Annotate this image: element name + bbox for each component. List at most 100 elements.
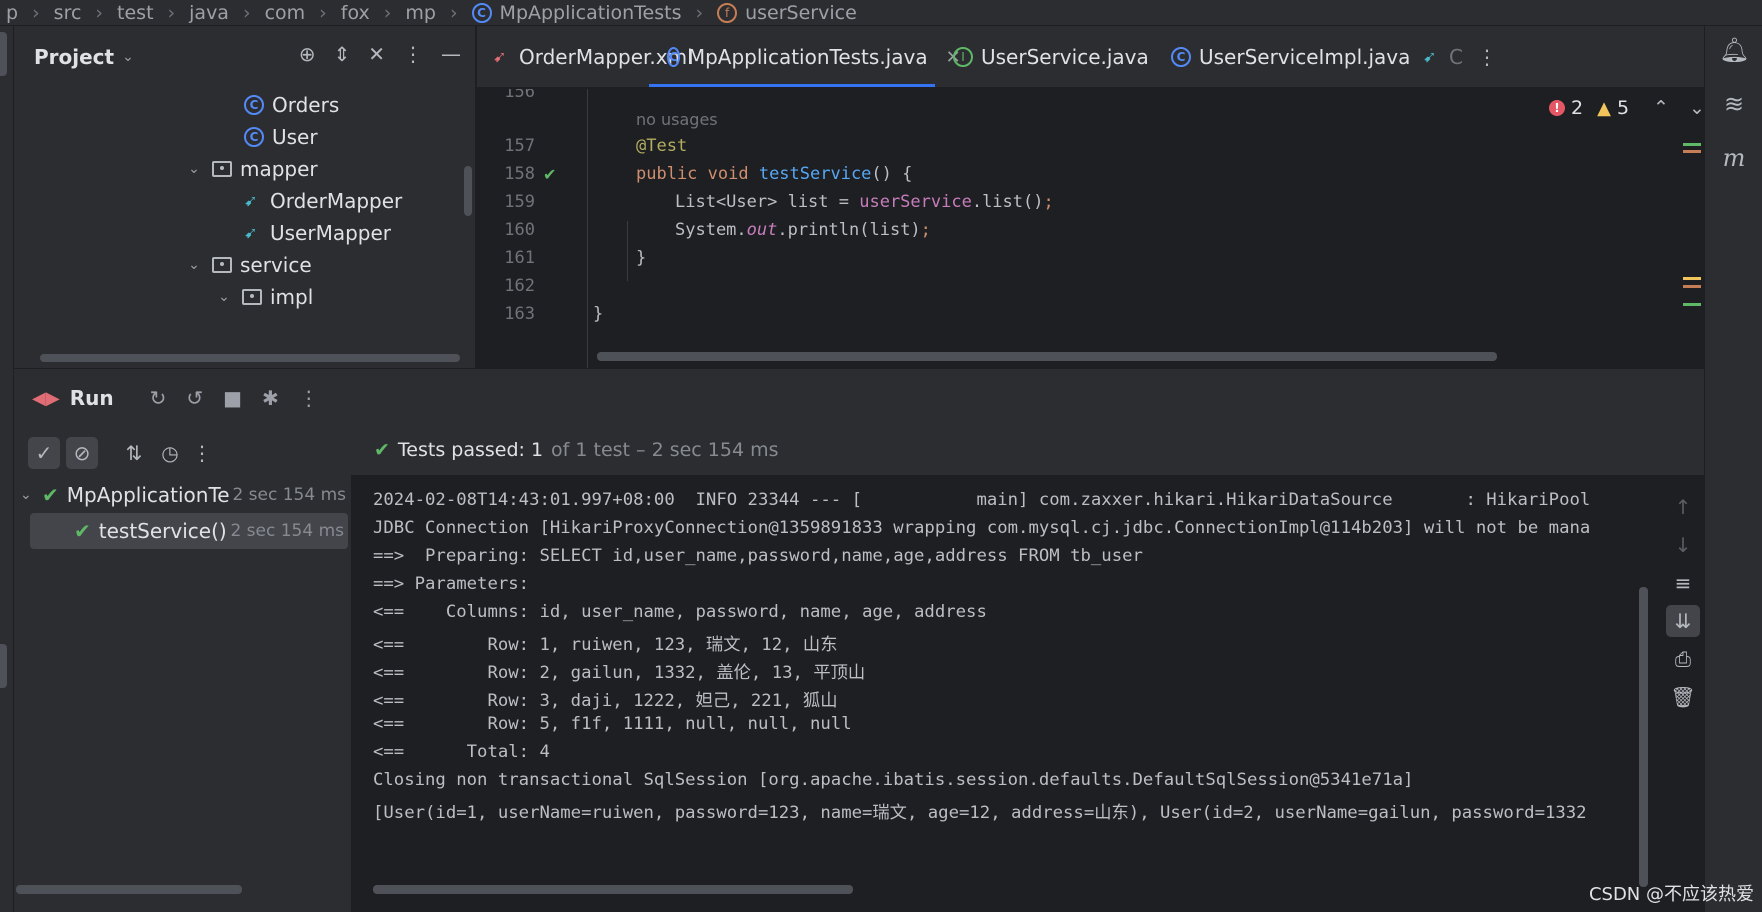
left-tool-strip bbox=[0, 26, 14, 912]
console-line: <== Row: 2, gailun, 1332, 盖伦, 13, 平顶山 bbox=[373, 663, 866, 683]
run-tool-header: ◀▶ Run ↻ ↺ ■ ✱ ⋮ bbox=[14, 369, 1704, 427]
stop-icon[interactable]: ■ bbox=[223, 386, 242, 410]
keyword-token: public void bbox=[636, 164, 759, 184]
code-line-159: List<User> list = userService.list(); bbox=[675, 192, 1054, 212]
tab-mpapplicationtests[interactable]: C MpApplicationTests.java ✕ bbox=[649, 26, 961, 87]
trash-icon[interactable]: 🗑︎ bbox=[1666, 681, 1700, 713]
horizontal-scrollbar[interactable] bbox=[40, 354, 460, 362]
maven-icon[interactable]: m bbox=[1719, 144, 1749, 174]
console-line: ==> Preparing: SELECT id,user_name,passw… bbox=[373, 546, 1143, 566]
vertical-scrollbar[interactable] bbox=[464, 166, 472, 216]
check-icon: ✔ bbox=[42, 483, 59, 507]
editor-tab-bar: ➹ OrderMapper.xml C MpApplicationTests.jav… bbox=[477, 26, 1704, 88]
tree-item[interactable]: ⌄ service bbox=[184, 248, 312, 282]
chevron-right-icon: › bbox=[242, 1, 251, 24]
usages-hint[interactable]: no usages bbox=[636, 110, 718, 129]
run-tab-title[interactable]: Run bbox=[70, 386, 114, 410]
console-line: <== Total: 4 bbox=[373, 742, 550, 762]
run-config-icon: ◀▶ bbox=[32, 387, 60, 409]
show-ignored-icon[interactable]: ⊘ bbox=[66, 437, 98, 469]
annotation-token: @Test bbox=[636, 136, 688, 156]
chevron-down-icon[interactable]: ⌄ bbox=[122, 49, 134, 65]
error-count: 2 bbox=[1571, 97, 1584, 119]
line-number: 161 bbox=[504, 248, 535, 268]
tests-status: ✔ Tests passed: 1 of 1 test – 2 sec 154 … bbox=[374, 439, 779, 461]
breadcrumb-item[interactable]: mp bbox=[405, 2, 436, 24]
history-icon[interactable]: ◷ bbox=[154, 437, 186, 469]
breadcrumb-item[interactable]: fox bbox=[341, 2, 370, 24]
breadcrumb-item[interactable]: userService bbox=[745, 2, 857, 24]
arrow-down-icon[interactable]: ↓ bbox=[1666, 529, 1700, 561]
tree-item-label: User bbox=[272, 125, 318, 149]
inspection-widget[interactable]: ! 2 ▲ 5 ⌃ ⌄ bbox=[1549, 97, 1704, 119]
tree-item[interactable]: ➹ UserMapper bbox=[244, 216, 391, 250]
horizontal-scrollbar[interactable] bbox=[373, 885, 853, 894]
scroll-to-end-icon[interactable]: ⇊ bbox=[1666, 605, 1700, 637]
run-test-icon[interactable]: ✔ bbox=[543, 165, 561, 184]
tree-item-label: impl bbox=[270, 285, 314, 309]
horizontal-scrollbar[interactable] bbox=[16, 885, 242, 894]
more-icon[interactable]: ⋮ bbox=[1477, 26, 1497, 87]
tree-item[interactable]: C Orders bbox=[244, 88, 339, 122]
show-passed-icon[interactable]: ✓ bbox=[28, 437, 60, 469]
notifications-icon[interactable]: 🔔︎ bbox=[1719, 36, 1749, 66]
tree-item[interactable]: ⌄ mapper bbox=[184, 152, 318, 186]
line-number: 162 bbox=[504, 276, 535, 296]
hide-icon[interactable]: — bbox=[441, 42, 461, 66]
code-token: () { bbox=[871, 164, 913, 184]
sort-icon[interactable]: ⇅ bbox=[118, 437, 150, 469]
more-icon[interactable]: ⋮ bbox=[403, 42, 423, 66]
chevron-down-icon[interactable]: ⌄ bbox=[1689, 97, 1704, 119]
horizontal-scrollbar[interactable] bbox=[597, 352, 1497, 361]
test-method-row[interactable]: ✔ testService() 2 sec 154 ms bbox=[30, 513, 348, 549]
chevron-down-icon[interactable]: ⌄ bbox=[214, 289, 234, 305]
breadcrumb-item[interactable]: MpApplicationTests bbox=[500, 2, 682, 24]
tree-item[interactable]: ⌄ impl bbox=[214, 280, 313, 314]
more-icon[interactable]: ⋮ bbox=[299, 386, 319, 410]
more-icon[interactable]: ⋮ bbox=[186, 437, 218, 469]
line-number: 157 bbox=[504, 136, 535, 156]
console-line: Closing non transactional SqlSession [or… bbox=[373, 770, 1414, 790]
project-pane: Project ⌄ ⊕ ⇕ ✕ ⋮ — C Orders C User ⌄ mappe… bbox=[14, 26, 476, 368]
database-icon[interactable]: ≋ bbox=[1719, 90, 1749, 120]
class-icon: C bbox=[471, 2, 492, 23]
test-name: MpApplicationTe bbox=[66, 483, 230, 507]
breadcrumb-item[interactable]: src bbox=[54, 2, 82, 24]
breadcrumb-item[interactable]: com bbox=[265, 2, 306, 24]
test-tree: ⌄ ✔ MpApplicationTe 2 sec 154 ms ✔ testS… bbox=[14, 475, 352, 912]
chevron-up-icon[interactable]: ⌃ bbox=[1653, 97, 1669, 119]
tree-item[interactable]: ➹ OrderMapper bbox=[244, 184, 402, 218]
project-title[interactable]: Project bbox=[34, 45, 114, 69]
locate-icon[interactable]: ⊕ bbox=[299, 42, 316, 66]
vertical-scrollbar[interactable] bbox=[1639, 587, 1648, 887]
method-token: testService bbox=[758, 164, 872, 184]
tab-userservice[interactable]: I UserService.java bbox=[953, 26, 1149, 87]
change-marker bbox=[1683, 143, 1701, 146]
folder-icon bbox=[212, 257, 232, 273]
test-suite-row[interactable]: ⌄ ✔ MpApplicationTe 2 sec 154 ms bbox=[14, 477, 350, 513]
chevron-down-icon[interactable]: ⌄ bbox=[184, 257, 204, 273]
tool-window-tab[interactable] bbox=[0, 32, 7, 76]
debug-icon[interactable]: ✱ bbox=[262, 386, 279, 410]
rerun-failed-icon[interactable]: ↺ bbox=[186, 386, 203, 410]
tree-item[interactable]: C User bbox=[244, 120, 318, 154]
print-icon[interactable]: ⎙ bbox=[1666, 643, 1700, 675]
breadcrumb-item[interactable]: test bbox=[117, 2, 154, 24]
code-editor[interactable]: 156 157 158 159 160 161 162 163 ✔ no usa… bbox=[477, 89, 1704, 368]
soft-wrap-icon[interactable]: ≡ bbox=[1666, 567, 1700, 599]
tab-userserviceimpl[interactable]: C UserServiceImpl.java bbox=[1171, 26, 1410, 87]
chevron-down-icon[interactable]: ⌄ bbox=[184, 161, 204, 177]
tree-item-label: service bbox=[240, 253, 312, 277]
arrow-up-icon[interactable]: ↑ bbox=[1666, 491, 1700, 523]
breadcrumb-item[interactable]: p bbox=[6, 2, 18, 24]
expand-all-icon[interactable]: ⇕ bbox=[333, 42, 350, 66]
code-token: ; bbox=[920, 220, 931, 240]
breadcrumb-item[interactable]: java bbox=[189, 2, 229, 24]
chevron-right-icon: › bbox=[449, 1, 458, 24]
collapse-all-icon[interactable]: ✕ bbox=[368, 42, 385, 66]
console-output[interactable]: 2024-02-08T14:43:01.997+08:00 INFO 23344… bbox=[353, 475, 1663, 912]
tab-overflow[interactable]: ➹ C bbox=[1423, 26, 1463, 87]
rerun-icon[interactable]: ↻ bbox=[150, 386, 167, 410]
tool-window-tab[interactable] bbox=[0, 644, 7, 688]
chevron-down-icon[interactable]: ⌄ bbox=[20, 487, 42, 503]
